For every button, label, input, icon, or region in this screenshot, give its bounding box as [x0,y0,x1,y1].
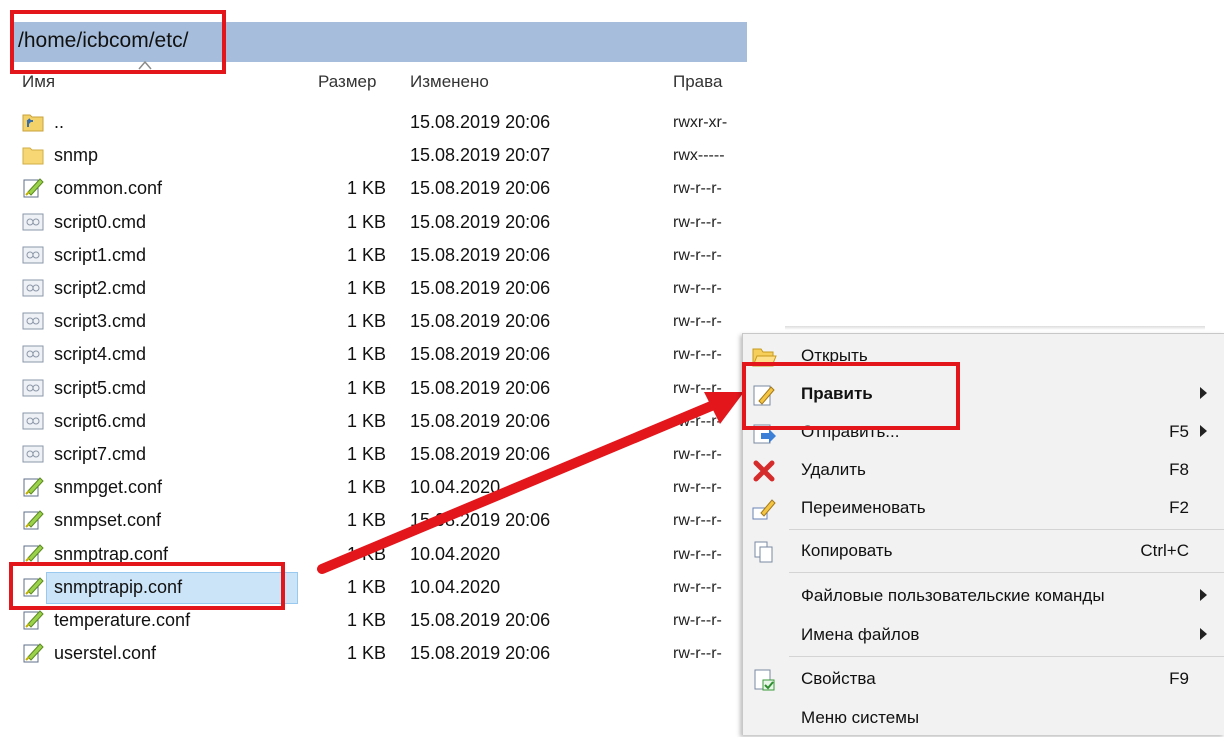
menu-item-delete[interactable]: Удалить F8 [743,451,1224,489]
menu-separator [789,656,1224,657]
rename-icon [752,499,776,520]
shortcut-copy: Ctrl+C [1140,541,1189,560]
edit-item-highlight-box [742,362,960,430]
delete-icon [753,460,775,482]
menu-label-rename: Переименовать [801,498,926,517]
menu-label-system-menu: Меню системы [801,708,920,727]
menu-label-delete: Удалить [801,460,866,479]
shortcut-delete: F8 [1169,460,1189,479]
shortcut-properties: F9 [1169,669,1189,688]
menu-separator [789,529,1224,530]
submenu-arrow-icon [1200,425,1207,437]
menu-label-properties: Свойства [801,669,876,688]
submenu-arrow-icon [1200,387,1207,399]
menu-item-user-commands[interactable]: Файловые пользовательские команды [743,577,1224,615]
menu-label-copy: Копировать [801,541,893,560]
submenu-arrow-icon [1200,589,1207,601]
menu-label-user-commands: Файловые пользовательские команды [801,586,1105,605]
menu-item-filenames[interactable]: Имена файлов [743,616,1224,654]
properties-icon [754,669,775,691]
shortcut-send: F5 [1169,422,1189,441]
submenu-arrow-icon [1200,628,1207,640]
menu-item-system-menu[interactable]: Меню системы [743,699,1224,737]
menu-item-copy[interactable]: Копировать Ctrl+C [743,532,1224,570]
menu-top-edge [785,326,1205,330]
menu-label-filenames: Имена файлов [801,625,920,644]
menu-separator [789,572,1224,573]
menu-item-properties[interactable]: Свойства F9 [743,660,1224,698]
shortcut-rename: F2 [1169,498,1189,517]
copy-icon [754,541,773,563]
menu-item-rename[interactable]: Переименовать F2 [743,489,1224,527]
